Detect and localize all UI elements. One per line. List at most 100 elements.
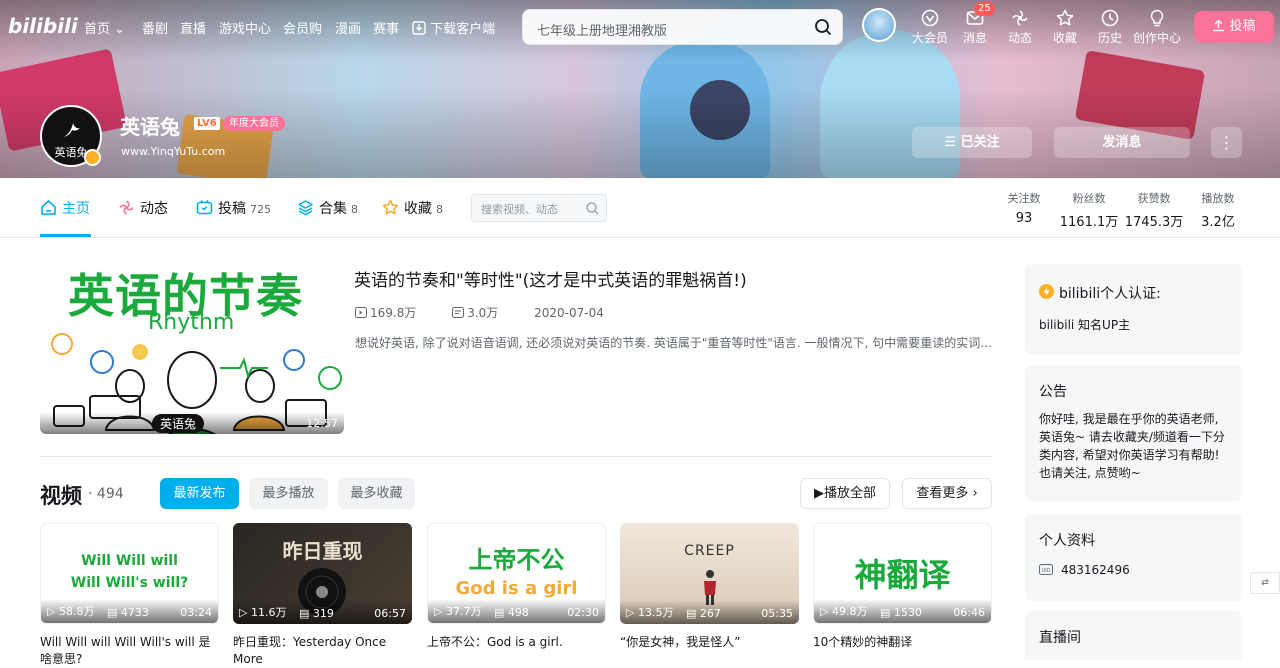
video-title[interactable]: 10个精妙的神翻译 [813, 634, 992, 668]
video-duration: 02:30 [567, 606, 599, 619]
comment-count: ▤ 498 [494, 606, 529, 619]
user-avatar-top[interactable] [862, 8, 896, 42]
comment-count: ▤ 4733 [107, 606, 149, 619]
star-icon [382, 199, 399, 215]
stat-likes: 获赞数 1745.3万 [1124, 192, 1184, 230]
stat-fans[interactable]: 粉丝数 1161.1万 [1057, 190, 1121, 230]
lightning-badge-icon [1039, 284, 1054, 299]
nav-favorites[interactable]: 收藏 [1043, 9, 1087, 46]
notice-box: 公告 你好哇, 我是最在乎你的英语老师, 英语兔~ 请去收藏夹/频道看一下分类内… [1025, 365, 1242, 501]
nav-download-client[interactable]: 下载客户端 [412, 18, 495, 37]
tv-icon [196, 199, 213, 215]
video-title[interactable]: 昨日重现：Yesterday Once More [233, 634, 412, 668]
videos-count: · 494 [88, 486, 124, 502]
videos-section-title[interactable]: 视频 [40, 480, 82, 510]
video-thumbnail[interactable]: 上帝不公 God is a girl ▷ 37.7万 ▤ 498 02:30 [427, 523, 606, 624]
nav-history[interactable]: 历史 [1088, 9, 1132, 46]
video-card[interactable]: 上帝不公 God is a girl ▷ 37.7万 ▤ 498 02:30 上… [427, 523, 606, 668]
video-card[interactable]: 神翻译 ▷ 49.8万 ▤ 1530 06:46 10个精妙的神翻译 [813, 523, 992, 668]
featured-video-description: 想说好英语, 除了说对语音语调, 还必须说对英语的节奏. 英语属于"重音等时性"… [355, 336, 995, 350]
download-icon [412, 21, 426, 35]
play-icon: ▶ [813, 486, 824, 501]
video-thumbnail[interactable]: 昨日重现 ▷ 11.6万 ▤ 319 06:57 [233, 523, 412, 624]
stat-following[interactable]: 关注数 93 [992, 190, 1056, 226]
tab-dynamic[interactable]: 动态 [118, 198, 168, 218]
filter-newest[interactable]: 最新发布 [160, 478, 239, 509]
nav-vip[interactable]: 大会员 [908, 9, 952, 46]
nav-dynamic[interactable]: 动态 [998, 9, 1042, 46]
play-all-button[interactable]: ▶播放全部 [800, 478, 890, 509]
stat-plays: 播放数 3.2亿 [1201, 192, 1235, 230]
more-options-button[interactable]: ⋮ [1211, 127, 1242, 158]
featured-video-title[interactable]: 英语的节奏和"等时性"(这才是中式英语的罪魁祸首!) [354, 266, 747, 291]
message-count-badge: 25 [974, 2, 995, 16]
filter-most-played[interactable]: 最多播放 [249, 478, 328, 509]
video-duration: 12:57 [306, 417, 338, 430]
see-more-button[interactable]: 查看更多 › [902, 478, 992, 509]
comment-count: ▤ 319 [299, 607, 334, 620]
video-card[interactable]: Will Will will Will Will's will? ▷ 58.8万… [40, 523, 219, 668]
video-thumbnail[interactable]: Will Will will Will Will's will? ▷ 58.8万… [40, 523, 219, 624]
play-count: ▷ 49.8万 [820, 605, 868, 618]
video-thumbnail[interactable]: 神翻译 ▷ 49.8万 ▤ 1530 06:46 [813, 523, 992, 624]
video-title[interactable]: “你是女神，我是怪人” [620, 634, 799, 668]
nav-game-center[interactable]: 游戏中心 [219, 18, 271, 37]
watermark: 英语兔 [152, 414, 205, 433]
video-title[interactable]: Will Will will Will Will's will 是啥意思? [40, 634, 219, 668]
featured-video-thumbnail[interactable]: 英语的节奏 Rhythm 英语兔 12:57 [40, 260, 344, 434]
upload-icon [1213, 19, 1225, 32]
profile-info-box: 个人资料 UID 483162496 [1025, 514, 1242, 601]
video-duration: 03:24 [180, 606, 212, 619]
list-icon: ☰ [944, 135, 961, 150]
nav-mall[interactable]: 会员购 [283, 18, 322, 37]
bilibili-logo[interactable]: bilibili [8, 14, 78, 40]
star-icon [1056, 9, 1074, 26]
filter-most-favorited[interactable]: 最多收藏 [338, 478, 415, 509]
top-navigation: bilibili 首页 ⌄ 番剧 直播 游戏中心 会员购 漫画 赛事 下载客户端… [0, 0, 1280, 54]
play-count: ▷ 11.6万 [239, 606, 287, 619]
tab-uploads[interactable]: 投稿 725 [196, 198, 271, 218]
layers-icon [298, 200, 313, 216]
home-icon [41, 200, 56, 215]
clock-icon [1101, 9, 1119, 27]
search-icon[interactable] [814, 18, 832, 36]
dynamic-icon [1012, 10, 1028, 26]
comment-icon [452, 307, 465, 318]
active-tab-indicator [40, 234, 91, 237]
dynamic-icon [119, 200, 134, 215]
tab-home[interactable]: 主页 [40, 198, 90, 218]
play-count: ▷ 58.8万 [47, 605, 95, 618]
level-badge: LV6 [194, 117, 220, 130]
play-count: ▷ 13.5万 [626, 606, 674, 619]
play-count-icon [355, 307, 367, 318]
chevron-right-icon: › [972, 486, 978, 501]
video-card[interactable]: CREEP ▷ 13.5万 ▤ 267 05:35 “你是女神，我是怪人” [620, 523, 799, 668]
vip-badge[interactable]: 年度大会员 [223, 116, 285, 131]
video-duration: 05:35 [761, 607, 793, 620]
search-icon[interactable] [586, 202, 599, 215]
live-room-box: 直播间 [1025, 611, 1242, 660]
send-message-button[interactable]: 发消息 [1054, 127, 1190, 158]
search-input[interactable]: 七年级上册地理湘教版 [522, 9, 843, 45]
nav-live[interactable]: 直播 [180, 18, 206, 37]
nav-home[interactable]: 首页 ⌄ [84, 18, 125, 37]
video-card[interactable]: 昨日重现 ▷ 11.6万 ▤ 319 06:57 昨日重现：Yesterday … [233, 523, 412, 668]
verified-icon [84, 149, 101, 166]
video-thumbnail[interactable]: CREEP ▷ 13.5万 ▤ 267 05:35 [620, 523, 799, 624]
new-version-toggle[interactable]: ⇄ [1250, 572, 1280, 594]
comment-count: ▤ 267 [686, 607, 721, 620]
profile-tabs: 主页 动态 投稿 725 合集 8 收藏 8 搜索视频、动态 关注数 93 粉丝数 116… [0, 178, 1280, 238]
followed-button[interactable]: ☰ 已关注 [912, 127, 1032, 158]
profile-search-input[interactable]: 搜索视频、动态 [471, 194, 607, 222]
nav-esports[interactable]: 赛事 [373, 18, 399, 37]
nav-creator-center[interactable]: 创作中心 [1133, 9, 1181, 46]
video-title[interactable]: 上帝不公：God is a girl. [427, 634, 606, 668]
tab-collections[interactable]: 合集 8 [297, 198, 358, 218]
nav-bangumi[interactable]: 番剧 [142, 18, 168, 37]
tab-favorites[interactable]: 收藏 8 [382, 198, 443, 218]
profile-sign: www.YinqYuTu.com [121, 145, 226, 158]
nav-manga[interactable]: 漫画 [335, 18, 361, 37]
upload-button[interactable]: 投稿 [1194, 11, 1274, 43]
play-count: ▷ 37.7万 [434, 605, 482, 618]
video-duration: 06:46 [953, 606, 985, 619]
